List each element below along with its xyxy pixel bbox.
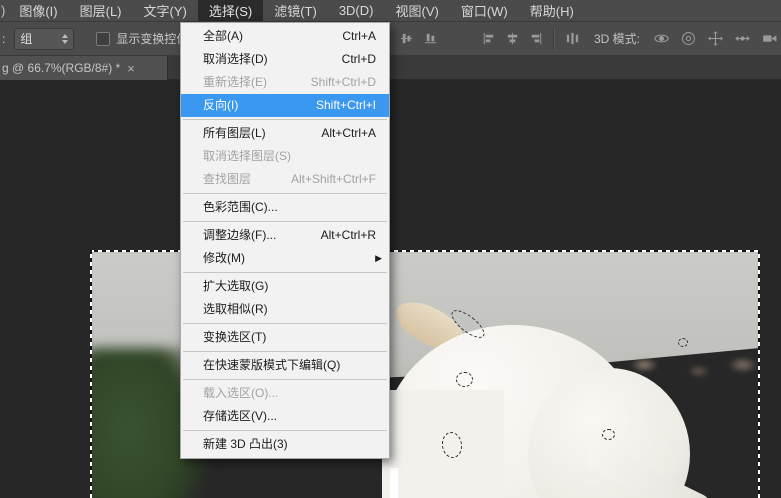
menu-item-label: 查找图层 (203, 168, 251, 191)
menu-item-label: 新建 3D 凸出(3) (203, 433, 288, 456)
menu-item-label: 反向(I) (203, 94, 238, 117)
menu-item-label: 在快速蒙版模式下编辑(Q) (203, 354, 340, 377)
3d-roll-icon[interactable] (678, 29, 699, 48)
align-bottom-edges-icon[interactable] (420, 30, 440, 48)
menu-separator (183, 323, 387, 324)
menu-separator (183, 193, 387, 194)
menubar-item[interactable]: 文字(Y) (133, 0, 198, 21)
group-mode-select[interactable]: 组 (14, 28, 74, 50)
document-tab[interactable]: g @ 66.7%(RGB/8#) * × (0, 56, 168, 80)
3d-orbit-icon[interactable] (651, 29, 672, 48)
menu-item[interactable]: 调整边缘(F)... Alt+Ctrl+R (181, 224, 389, 247)
menu-separator (183, 272, 387, 273)
menu-separator (183, 430, 387, 431)
menubar-item[interactable]: 视图(V) (384, 0, 449, 21)
select-menu-panel: 全部(A) Ctrl+A 取消选择(D) Ctrl+D 重新选择(E) Shift+Ctr… (180, 22, 390, 459)
menu-item: 查找图层 Alt+Shift+Ctrl+F (181, 168, 389, 191)
menu-item[interactable]: 扩大选取(G) (181, 275, 389, 298)
menubar-item[interactable]: 选择(S) (198, 0, 263, 21)
photoshop-window: )图像(I)图层(L)文字(Y)选择(S)滤镜(T)3D(D)视图(V)窗口(W… (0, 0, 781, 498)
menu-item[interactable]: 反向(I) Shift+Ctrl+I (181, 94, 389, 117)
menu-item[interactable]: 在快速蒙版模式下编辑(Q) (181, 354, 389, 377)
chevron-up-down-icon (62, 34, 68, 44)
group-mode-value: 组 (20, 30, 32, 47)
menu-item-label: 取消选择(D) (203, 48, 268, 71)
selection-marching-ants-left (90, 250, 92, 498)
menu-item[interactable]: 全部(A) Ctrl+A (181, 25, 389, 48)
menu-separator (183, 119, 387, 120)
submenu-arrow-icon: ▶ (375, 247, 382, 270)
menu-item[interactable]: 新建 3D 凸出(3) (181, 433, 389, 456)
menu-item-shortcut: Alt+Shift+Ctrl+F (291, 168, 376, 191)
align-right-edges-icon[interactable] (526, 30, 546, 48)
menu-item-label: 扩大选取(G) (203, 275, 268, 298)
align-left-edges-icon[interactable] (478, 30, 498, 48)
menu-item[interactable]: 色彩范围(C)... (181, 196, 389, 219)
pasteboard (0, 80, 781, 498)
menu-item-label: 色彩范围(C)... (203, 196, 278, 219)
menu-item-label: 重新选择(E) (203, 71, 267, 94)
distribute-horizontal-centers-icon[interactable] (562, 30, 582, 48)
menu-item-label: 选取相似(R) (203, 298, 268, 321)
menu-item-shortcut: Shift+Ctrl+I (316, 94, 376, 117)
menubar-item[interactable]: 滤镜(T) (263, 0, 328, 21)
menu-item[interactable]: 所有图层(L) Alt+Ctrl+A (181, 122, 389, 145)
menu-item-label: 变换选区(T) (203, 326, 266, 349)
menu-item[interactable]: 取消选择(D) Ctrl+D (181, 48, 389, 71)
menu-item-shortcut: Ctrl+A (342, 25, 376, 48)
menubar-item[interactable]: 窗口(W) (450, 0, 519, 21)
selection-ants-blob (456, 372, 473, 387)
3d-pan-icon[interactable] (705, 29, 726, 48)
toolbar-divider (553, 28, 555, 50)
selection-ants-blob (602, 429, 615, 440)
menu-item: 取消选择图层(S) (181, 145, 389, 168)
show-transform-checkbox[interactable] (96, 32, 110, 46)
menu-separator (183, 351, 387, 352)
menu-item-label: 载入选区(O)... (203, 382, 278, 405)
menubar-item[interactable]: 帮助(H) (519, 0, 585, 21)
options-bar-right-cluster: 3D 模式: (394, 22, 781, 55)
options-label-fragment: : (2, 32, 5, 46)
selection-ants-blob (678, 338, 688, 347)
menu-item-label: 取消选择图层(S) (203, 145, 291, 168)
menubar-item[interactable]: 图像(I) (8, 0, 68, 21)
menu-item-label: 调整边缘(F)... (203, 224, 276, 247)
menubar-item[interactable]: 3D(D) (328, 0, 385, 21)
align-horizontal-centers-icon[interactable] (502, 30, 522, 48)
menu-item-shortcut: Alt+Ctrl+A (321, 122, 376, 145)
menu-item-shortcut: Alt+Ctrl+R (321, 224, 376, 247)
menu-item[interactable]: 选取相似(R) (181, 298, 389, 321)
3d-slide-icon[interactable] (732, 29, 753, 48)
menubar: )图像(I)图层(L)文字(Y)选择(S)滤镜(T)3D(D)视图(V)窗口(W… (0, 0, 781, 22)
menu-item: 载入选区(O)... (181, 382, 389, 405)
document-tab-bar: g @ 66.7%(RGB/8#) * × (0, 56, 781, 80)
menu-separator (183, 221, 387, 222)
document-tab-title: g @ 66.7%(RGB/8#) * (2, 61, 120, 75)
3d-mode-label: 3D 模式: (594, 30, 640, 47)
menubar-item[interactable]: 图层(L) (69, 0, 133, 21)
align-vertical-centers-icon[interactable] (396, 30, 416, 48)
menu-item[interactable]: 修改(M) ▶ (181, 247, 389, 270)
3d-zoom-icon[interactable] (759, 29, 780, 48)
show-transform-label: 显示变换控件 (116, 30, 188, 47)
menu-item-label: 所有图层(L) (203, 122, 266, 145)
menu-item[interactable]: 变换选区(T) (181, 326, 389, 349)
menu-item-shortcut: Ctrl+D (342, 48, 376, 71)
selection-marching-ants-right (758, 250, 760, 498)
menu-separator (183, 379, 387, 380)
menu-item-shortcut: Shift+Ctrl+D (311, 71, 376, 94)
menu-item-label: 全部(A) (203, 25, 243, 48)
menu-item-label: 存储选区(V)... (203, 405, 277, 428)
menu-item[interactable]: 存储选区(V)... (181, 405, 389, 428)
menubar-item[interactable]: ) (0, 0, 8, 21)
menu-item: 重新选择(E) Shift+Ctrl+D (181, 71, 389, 94)
dog-edge-shape (390, 468, 398, 498)
options-bar: : 组 显示变换控件 3D 模式: (0, 22, 781, 56)
tab-close-icon[interactable]: × (127, 62, 135, 75)
menu-item-label: 修改(M) (203, 247, 245, 270)
